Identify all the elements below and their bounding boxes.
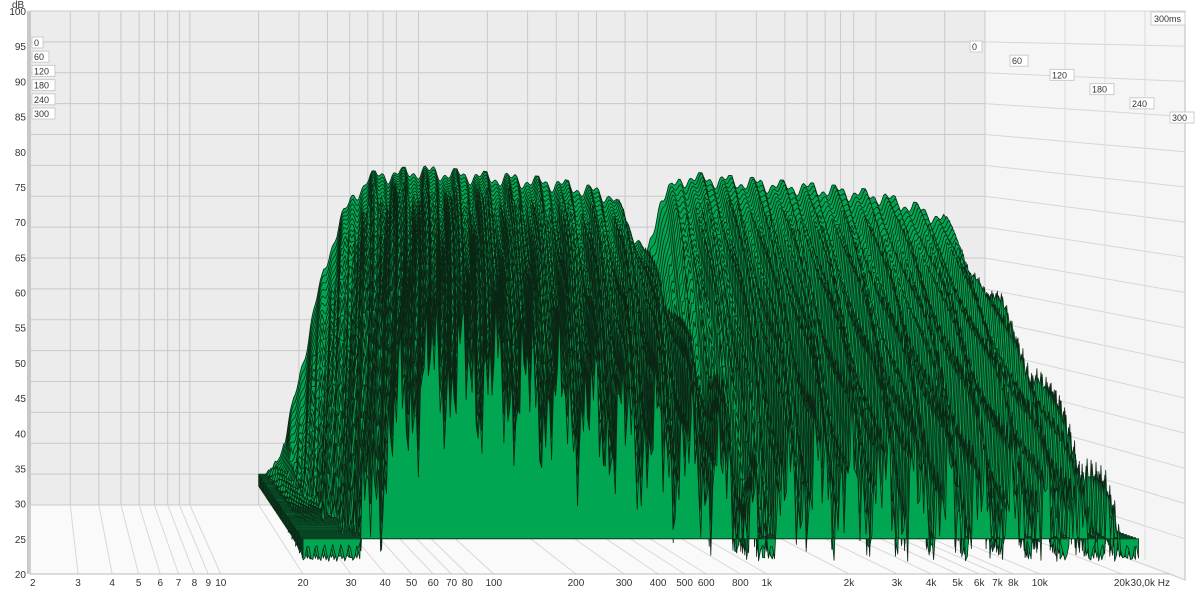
time-label-text: 60 xyxy=(34,52,44,62)
x-tick-label: 30 xyxy=(345,578,357,589)
time-label-left: 120 xyxy=(31,64,56,77)
x-tick-label: 600 xyxy=(698,578,715,589)
x-tick-label: 6k xyxy=(974,578,986,589)
y-tick-label: 35 xyxy=(15,464,27,475)
y-tick-label: 30 xyxy=(15,500,27,511)
time-label-left: 300 xyxy=(31,107,56,120)
time-label-text: 300 xyxy=(34,109,49,119)
y-axis-unit: dB xyxy=(12,0,25,11)
y-tick-label: 20 xyxy=(15,570,27,581)
x-tick-label: 30,0k Hz xyxy=(1131,578,1170,589)
x-tick-label: 10 xyxy=(215,578,227,589)
y-tick-label: 65 xyxy=(15,253,27,264)
time-range-label: 300ms xyxy=(1154,14,1182,24)
x-tick-label: 80 xyxy=(462,578,474,589)
x-tick-label: 40 xyxy=(380,578,392,589)
time-label-text: 60 xyxy=(1012,56,1022,66)
time-label-text: 300 xyxy=(1172,113,1187,123)
x-tick-label: 2k xyxy=(844,578,856,589)
x-tick-label: 5k xyxy=(952,578,964,589)
y-tick-label: 60 xyxy=(15,289,27,300)
x-tick-label: 2 xyxy=(30,578,36,589)
time-label-text: 0 xyxy=(34,38,39,48)
x-tick-label: 3 xyxy=(75,578,81,589)
time-label-right: 180 xyxy=(1089,83,1115,96)
time-label-left: 240 xyxy=(31,93,56,106)
time-label-right: 300 xyxy=(1169,111,1195,124)
y-tick-label: 95 xyxy=(15,42,27,53)
y-tick-label: 50 xyxy=(15,359,27,370)
x-tick-label: 500 xyxy=(676,578,693,589)
x-tick-label: 7 xyxy=(176,578,182,589)
x-tick-label: 5 xyxy=(136,578,142,589)
x-tick-label: 300 xyxy=(616,578,633,589)
y-tick-label: 75 xyxy=(15,183,27,194)
time-label-text: 240 xyxy=(1132,99,1147,109)
time-label-right: 0 xyxy=(969,40,983,53)
x-tick-label: 7k xyxy=(992,578,1004,589)
x-tick-label: 20k xyxy=(1114,578,1131,589)
x-tick-label: 3k xyxy=(892,578,904,589)
x-tick-label: 10k xyxy=(1032,578,1049,589)
x-tick-label: 400 xyxy=(650,578,667,589)
time-label-left: 0 xyxy=(31,36,44,49)
time-label-left: 180 xyxy=(31,79,56,92)
x-tick-label: 100 xyxy=(485,578,502,589)
waterfall-chart: 20 25 30 35 40 45 50 55 60 65 70 75 80 85 90 95 100 2 3 4 5 6… xyxy=(0,0,1200,590)
time-label-left: 60 xyxy=(31,50,50,63)
time-label-right: 60 xyxy=(1009,54,1029,67)
y-tick-label: 25 xyxy=(15,535,27,546)
x-tick-label: 70 xyxy=(446,578,458,589)
x-tick-label: 20 xyxy=(297,578,309,589)
x-tick-label: 60 xyxy=(428,578,440,589)
x-tick-label: 4k xyxy=(926,578,938,589)
y-tick-label: 40 xyxy=(15,429,27,440)
time-label-text: 0 xyxy=(972,42,977,52)
time-label-text: 180 xyxy=(34,81,49,91)
time-label-right: 240 xyxy=(1129,97,1155,110)
y-tick-label: 55 xyxy=(15,324,27,335)
x-tick-label: 8 xyxy=(192,578,198,589)
x-tick-label: 4 xyxy=(109,578,115,589)
x-tick-label: 1k xyxy=(761,578,773,589)
time-label-text: 120 xyxy=(1052,70,1067,80)
y-tick-label: 80 xyxy=(15,148,27,159)
y-tick-label: 90 xyxy=(15,77,27,88)
x-tick-label: 200 xyxy=(568,578,585,589)
y-tick-label: 45 xyxy=(15,394,27,405)
y-tick-label: 85 xyxy=(15,113,27,124)
x-tick-label: 50 xyxy=(406,578,418,589)
y-tick-label: 70 xyxy=(15,218,27,229)
x-tick-label: 8k xyxy=(1008,578,1020,589)
waterfall-plot: 202530354045505560657075808590951002 3 4 5 6… xyxy=(9,0,1195,589)
time-label-text: 180 xyxy=(1092,85,1107,95)
x-tick-label: 6 xyxy=(157,578,163,589)
time-range-box: 300ms xyxy=(1150,11,1186,26)
x-tick-label: 9 xyxy=(206,578,212,589)
time-label-text: 240 xyxy=(34,95,49,105)
x-tick-label: 800 xyxy=(732,578,749,589)
time-label-right: 120 xyxy=(1049,68,1075,81)
time-label-text: 120 xyxy=(34,66,49,76)
